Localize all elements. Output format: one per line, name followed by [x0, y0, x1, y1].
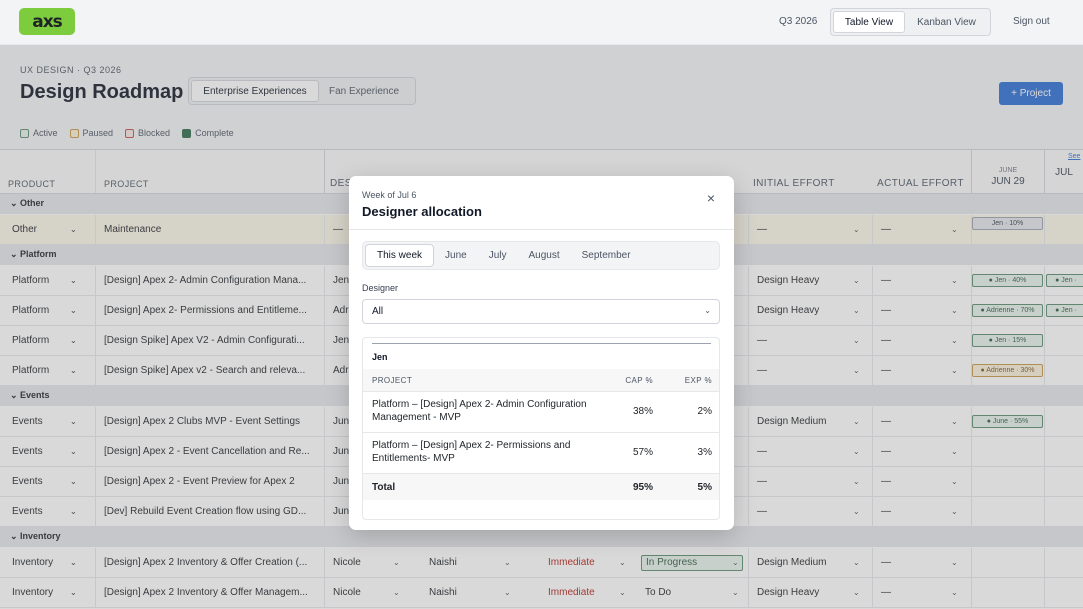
allocation-total-row: Total 95% 5%: [363, 474, 719, 500]
allocation-project: Platform – [Design] Apex 2- Permissions …: [372, 440, 571, 464]
allocation-row: Platform – [Design] Apex 2- Admin Config…: [363, 392, 719, 433]
view-toggle: Table View Kanban View: [830, 8, 991, 36]
total-cap: 95%: [632, 482, 653, 493]
designer-name: Jen: [372, 352, 388, 362]
header-project: PROJECT: [372, 376, 413, 385]
total-label: Total: [372, 482, 396, 493]
designer-allocation-modal: Week of Jul 6 Designer allocation × This…: [349, 176, 734, 530]
allocation-table-header: PROJECT CAP % EXP %: [363, 369, 719, 392]
header-cap: CAP %: [625, 376, 653, 385]
logo-text: axs: [32, 11, 63, 32]
top-bar: axs Q3 2026 Table View Kanban View Sign …: [0, 0, 1083, 45]
modal-subtitle: Week of Jul 6: [362, 190, 417, 200]
designer-select-value: All: [372, 306, 384, 317]
allocation-exp: 3%: [697, 447, 712, 458]
tab-august[interactable]: August: [518, 244, 571, 267]
tab-july[interactable]: July: [478, 244, 518, 267]
designer-select[interactable]: All ⌄: [362, 299, 720, 324]
allocation-row: Platform – [Design] Apex 2- Permissions …: [363, 433, 719, 474]
kanban-view-button[interactable]: Kanban View: [905, 11, 988, 33]
tab-this-week[interactable]: This week: [365, 244, 435, 267]
total-exp: 5%: [697, 482, 712, 493]
sign-out-link[interactable]: Sign out: [1013, 16, 1050, 27]
axs-logo[interactable]: axs: [19, 8, 75, 35]
designer-label: Designer: [362, 283, 399, 293]
allocation-exp: 2%: [697, 406, 712, 417]
modal-title: Designer allocation: [362, 204, 482, 219]
allocation-cap: 38%: [632, 406, 653, 417]
table-view-button[interactable]: Table View: [833, 11, 905, 33]
period-tabs: This week June July August September: [362, 241, 720, 270]
modal-divider: [349, 229, 734, 230]
allocation-cap: 57%: [632, 447, 653, 458]
quarter-label: Q3 2026: [779, 16, 818, 27]
chevron-down-icon: ⌄: [704, 306, 711, 315]
allocation-panel: Jen PROJECT CAP % EXP % Platform – [Desi…: [362, 337, 720, 520]
allocation-project: Platform – [Design] Apex 2- Admin Config…: [372, 399, 587, 423]
panel-rule: [372, 343, 711, 344]
tab-september[interactable]: September: [571, 244, 642, 267]
header-exp: EXP %: [684, 376, 712, 385]
close-icon[interactable]: ×: [704, 191, 718, 205]
tab-june[interactable]: June: [434, 244, 478, 267]
